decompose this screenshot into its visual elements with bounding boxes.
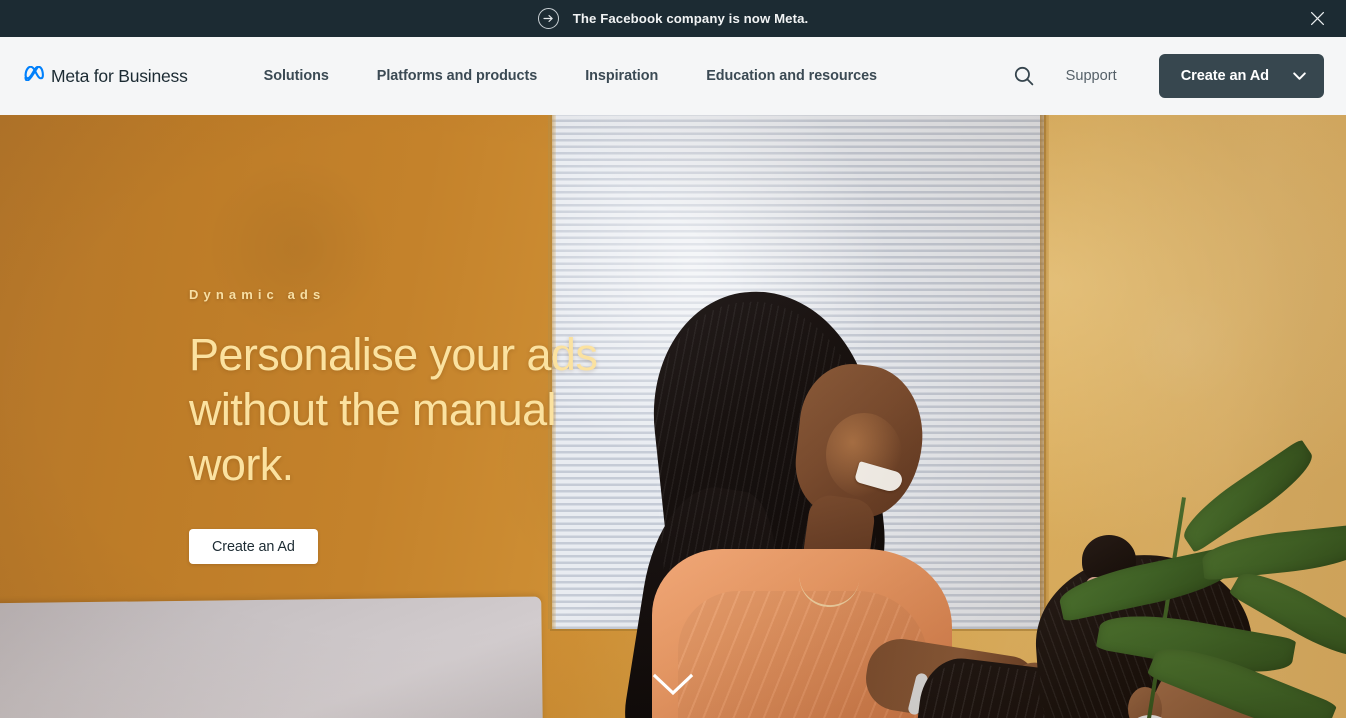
- search-icon[interactable]: [1004, 56, 1044, 96]
- meta-infinity-logo: [24, 61, 48, 86]
- announcement-banner: The Facebook company is now Meta.: [0, 0, 1346, 37]
- support-link[interactable]: Support: [1066, 68, 1117, 84]
- close-icon[interactable]: [1302, 4, 1332, 34]
- nav-item-platforms-and-products[interactable]: Platforms and products: [353, 68, 561, 84]
- hero-create-an-ad-button[interactable]: Create an Ad: [189, 529, 318, 564]
- hero-eyebrow: Dynamic ads: [189, 287, 326, 302]
- main-navigation: Meta for Business Solutions Platforms an…: [0, 37, 1346, 115]
- brand-logo-link[interactable]: Meta for Business: [24, 61, 188, 87]
- nav-links: Solutions Platforms and products Inspira…: [240, 68, 901, 84]
- hero-title: Personalise your ads without the manual …: [189, 329, 598, 490]
- create-an-ad-button[interactable]: Create an Ad: [1158, 54, 1324, 98]
- nav-right-group: Support Create an Ad: [1004, 54, 1324, 98]
- arrow-right-circle-icon: [537, 8, 559, 29]
- brand-name: Meta for Business: [51, 65, 188, 86]
- nav-item-solutions[interactable]: Solutions: [240, 68, 353, 84]
- potted-plant: [1052, 436, 1346, 718]
- nav-item-education-and-resources[interactable]: Education and resources: [682, 68, 901, 84]
- nav-item-inspiration[interactable]: Inspiration: [561, 68, 682, 84]
- hero-copy: Dynamic ads Personalise your ads without…: [189, 287, 659, 564]
- scroll-down-chevron-icon[interactable]: [647, 668, 699, 702]
- create-an-ad-label: Create an Ad: [1180, 68, 1269, 84]
- page-root: The Facebook company is now Meta. Meta f…: [0, 0, 1346, 718]
- stylist-figure: [616, 280, 1086, 718]
- announcement-link[interactable]: The Facebook company is now Meta.: [537, 8, 809, 29]
- salon-counter: [0, 596, 543, 718]
- announcement-text: The Facebook company is now Meta.: [572, 11, 809, 26]
- hero-section: Dynamic ads Personalise your ads without…: [0, 115, 1346, 718]
- chevron-down-icon: [1293, 69, 1306, 84]
